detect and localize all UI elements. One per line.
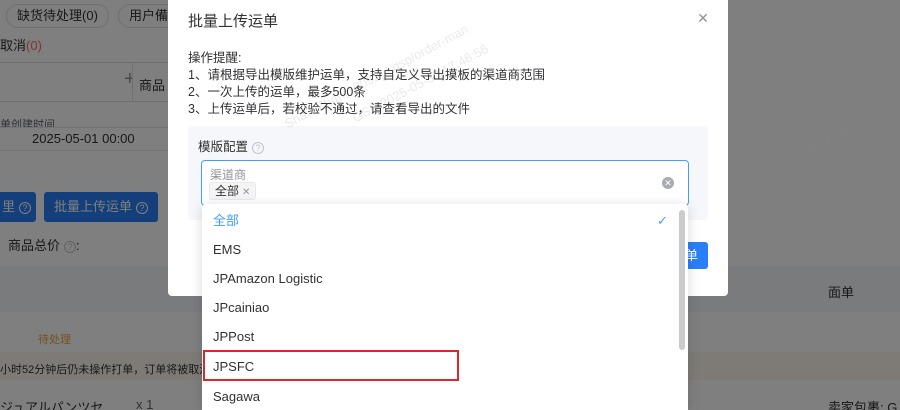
tips-title: 操作提醒: <box>188 51 242 65</box>
template-config-label: 模版配置? <box>198 136 265 155</box>
dropdown-option[interactable]: JPcainiao <box>202 293 680 322</box>
dialog-title: 批量上传运单 <box>188 13 279 30</box>
check-icon: ✓ <box>657 213 668 228</box>
carrier-select-label: 渠道商 <box>210 168 247 182</box>
dropdown-option[interactable]: EMS <box>202 235 680 264</box>
dropdown-option[interactable]: 全部 ✓ <box>202 206 680 235</box>
tag-close-icon[interactable]: ✕ <box>242 187 250 198</box>
dropdown-option[interactable]: JPPost <box>202 322 680 351</box>
carrier-select[interactable]: 渠道商 全部 ✕ ✕ <box>201 160 689 206</box>
dropdown-scrollbar[interactable] <box>679 210 685 350</box>
selected-tag: 全部 ✕ <box>209 182 257 200</box>
clear-icon[interactable]: ✕ <box>662 177 674 189</box>
help-icon[interactable]: ? <box>252 141 265 154</box>
dropdown-option[interactable]: JPAmazon Logistic <box>202 264 680 293</box>
close-icon[interactable]: ✕ <box>695 10 711 26</box>
dropdown-option[interactable]: Sagawa <box>202 382 680 410</box>
highlight-box <box>203 350 459 381</box>
